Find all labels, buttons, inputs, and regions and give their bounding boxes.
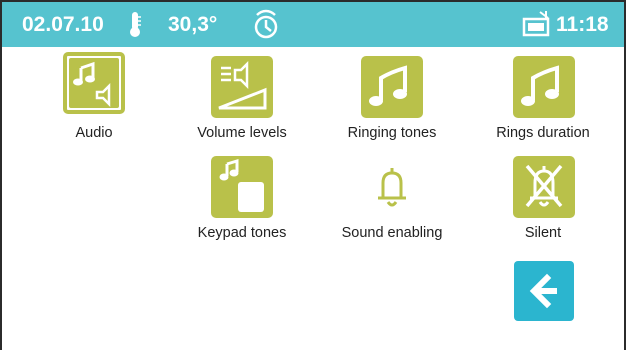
sound-enabling-label[interactable]: Sound enabling — [322, 225, 462, 241]
status-bar: 02.07.10 30,3° 11:18 — [2, 2, 624, 47]
silent-label[interactable]: Silent — [473, 225, 613, 241]
volume-levels-tile[interactable] — [211, 56, 273, 118]
music-note-icon — [369, 65, 407, 106]
keypad-tones-label[interactable]: Keypad tones — [172, 225, 312, 241]
back-arrow-icon — [529, 273, 557, 309]
music-note-icon — [521, 65, 559, 106]
bell-icon — [378, 168, 406, 207]
volume-levels-label[interactable]: Volume levels — [172, 125, 312, 141]
keypad-tones-tile[interactable] — [211, 156, 273, 218]
keypad-tones-icon — [219, 158, 264, 212]
ringing-tones-label[interactable]: Ringing tones — [322, 125, 462, 141]
time-text: 11:18 — [556, 13, 609, 36]
volume-levels-icon — [218, 60, 267, 110]
envelope-icon[interactable] — [522, 10, 552, 38]
rings-duration-label[interactable]: Rings duration — [473, 125, 613, 141]
silent-tile[interactable] — [513, 156, 575, 218]
audio-icon — [73, 61, 111, 108]
audio-label[interactable]: Audio — [24, 125, 164, 141]
thermometer-icon — [127, 11, 143, 39]
ringing-tones-tile[interactable] — [361, 56, 423, 118]
back-button[interactable] — [514, 261, 574, 321]
muted-bell-icon — [525, 164, 563, 208]
audio-tile[interactable] — [63, 52, 125, 114]
sound-enabling-tile[interactable] — [361, 156, 423, 218]
alarm-clock-icon[interactable] — [252, 9, 280, 41]
rings-duration-tile[interactable] — [513, 56, 575, 118]
date-text: 02.07.10 — [22, 13, 104, 36]
temperature-text: 30,3° — [168, 13, 218, 36]
